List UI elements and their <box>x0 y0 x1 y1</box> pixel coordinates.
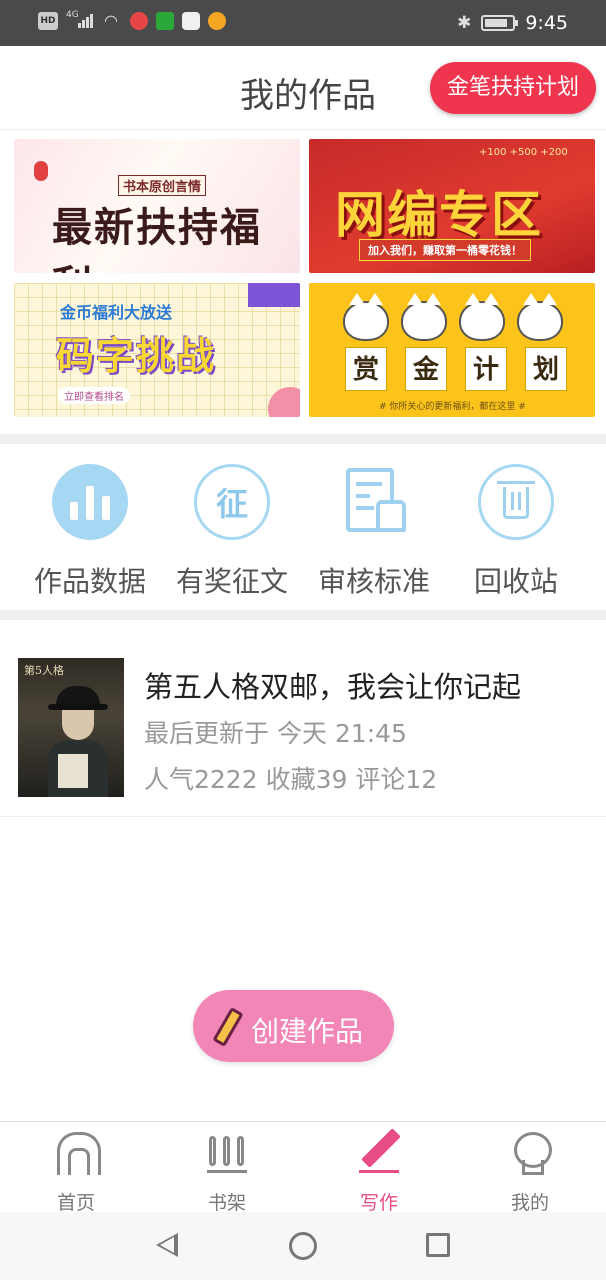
recent-apps-icon[interactable] <box>426 1233 450 1257</box>
banner-bounty-subtitle: # 你所关心的更新福利，都在这里 # <box>379 402 526 412</box>
back-icon[interactable] <box>156 1233 178 1257</box>
work-list-item[interactable]: 第5人格 第五人格双邮，我会让你记起 最后更新于 今天 21:45 人气2222… <box>0 620 606 817</box>
work-title[interactable]: 第五人格双邮，我会让你记起 <box>144 664 521 706</box>
menu-contest[interactable]: 征 有奖征文 <box>157 464 307 600</box>
home-circle-icon[interactable] <box>289 1232 317 1260</box>
menu-work-data[interactable]: 作品数据 <box>15 464 165 600</box>
profile-icon <box>508 1130 552 1175</box>
banner-editor-subtitle: 加入我们，赚取第一桶零花钱！ <box>359 239 531 261</box>
header: 我的作品 金笔扶持计划 <box>0 46 606 130</box>
menu-review-standards[interactable]: 审核标准 <box>299 464 449 600</box>
quick-menu: 作品数据 征 有奖征文 审核标准 回收站 <box>0 446 606 608</box>
contest-glyph: 征 <box>215 485 248 523</box>
work-stats: 人气2222 收藏39 评论12 <box>144 765 438 794</box>
tab-label: 书架 <box>207 1192 246 1214</box>
trash-icon <box>478 464 554 540</box>
cat-icon <box>343 293 389 341</box>
banner-editor-deco: +100 +500 +200 <box>479 147 568 158</box>
cover-title: 第5人格 <box>24 664 64 677</box>
book-cover[interactable]: 第5人格 <box>18 658 124 797</box>
bottom-tab-bar: 首页 书架 写作 我的 <box>0 1121 606 1215</box>
create-work-label: 创建作品 <box>251 1015 364 1048</box>
status-bar: HD 4G ◠ ✱ 9:45 <box>0 0 606 46</box>
contest-icon: 征 <box>194 464 270 540</box>
cat-icon <box>401 293 447 341</box>
banner-support[interactable]: 书本原创言情 最新扶持福利 <box>14 139 300 273</box>
tab-label: 首页 <box>56 1192 95 1214</box>
tab-write[interactable]: 写作 <box>324 1130 434 1215</box>
cat-icon <box>459 293 505 341</box>
banner-typing-subtitle: 金币福利大放送 <box>60 303 173 322</box>
pen-icon <box>357 1130 401 1174</box>
section-divider <box>0 610 606 620</box>
create-work-button[interactable]: 创建作品 <box>193 990 394 1062</box>
menu-label: 作品数据 <box>33 565 146 598</box>
app-icon <box>156 12 174 30</box>
tab-bookshelf[interactable]: 书架 <box>172 1130 282 1215</box>
battery-icon <box>481 15 519 31</box>
bluetooth-icon: ✱ <box>457 13 472 33</box>
tab-label: 我的 <box>510 1192 549 1214</box>
signal-icon: 4G <box>66 10 96 30</box>
view-ranking-link[interactable]: 立即查看排名 <box>58 387 130 404</box>
menu-label: 审核标准 <box>317 565 430 598</box>
tab-profile[interactable]: 我的 <box>475 1130 585 1215</box>
tab-label: 写作 <box>359 1192 398 1214</box>
bounty-char: 赏 <box>345 347 387 391</box>
banner-support-title: 最新扶持福利 <box>52 204 262 273</box>
bounty-title: 赏 金 计 划 <box>345 347 567 391</box>
status-time: 9:45 <box>525 12 568 34</box>
weibo-icon <box>208 12 226 30</box>
work-updated-time: 最后更新于 今天 21:45 <box>144 719 407 748</box>
banner-deco-block <box>248 283 300 307</box>
pencil-icon <box>212 1007 244 1047</box>
network-type-label: 4G <box>66 10 79 20</box>
menu-label: 回收站 <box>473 565 558 598</box>
menu-label: 有奖征文 <box>175 565 288 598</box>
home-icon <box>54 1130 101 1175</box>
cat-illustration <box>343 293 563 341</box>
chart-icon <box>52 464 128 540</box>
banner-bounty-plan[interactable]: 赏 金 计 划 # 你所关心的更新福利，都在这里 # <box>309 283 595 417</box>
camera-icon <box>182 12 200 30</box>
section-divider <box>0 434 606 444</box>
cat-icon <box>517 293 563 341</box>
review-doc-icon <box>336 464 412 540</box>
menu-recycle-bin[interactable]: 回收站 <box>441 464 591 600</box>
system-navigation-bar <box>0 1212 606 1280</box>
hd-icon: HD <box>38 12 58 30</box>
tab-home[interactable]: 首页 <box>21 1130 131 1215</box>
banner-deco-circle <box>268 387 300 417</box>
notification-icon <box>130 12 148 30</box>
gold-pen-support-button[interactable]: 金笔扶持计划 <box>430 62 596 114</box>
lantern-icon <box>34 161 48 181</box>
bounty-char: 划 <box>525 347 567 391</box>
bookshelf-icon <box>205 1130 249 1174</box>
banner-editor-zone[interactable]: +100 +500 +200 网编专区 加入我们，赚取第一桶零花钱！ <box>309 139 595 273</box>
banner-grid: 书本原创言情 最新扶持福利 +100 +500 +200 网编专区 加入我们，赚… <box>14 139 595 417</box>
banner-support-subtitle: 书本原创言情 <box>118 175 207 196</box>
bounty-char: 计 <box>465 347 507 391</box>
banner-editor-title: 网编专区 <box>335 186 543 244</box>
bounty-char: 金 <box>405 347 447 391</box>
wifi-icon: ◠ <box>104 11 118 30</box>
banner-typing-challenge[interactable]: 金币福利大放送 码字挑战 立即查看排名 <box>14 283 300 417</box>
banner-typing-title: 码字挑战 <box>56 334 217 378</box>
